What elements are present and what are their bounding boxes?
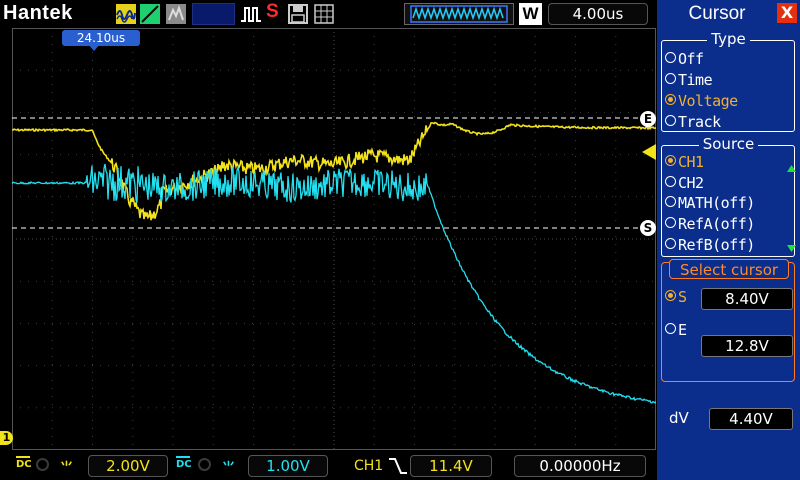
- waveform-graticule: [12, 28, 656, 450]
- cursor-s-marker[interactable]: S: [640, 220, 656, 236]
- close-icon[interactable]: X: [777, 3, 797, 23]
- ch1-wave-icon[interactable]: [116, 4, 136, 24]
- scroll-up-icon[interactable]: [787, 164, 796, 173]
- panel-title: Cursor: [688, 3, 746, 24]
- source-option-refb[interactable]: RefB(off): [665, 236, 755, 254]
- waveform-mode-button[interactable]: W: [519, 3, 542, 25]
- brand-logo: Hantek: [3, 2, 73, 24]
- trigger-source-letter: S: [266, 1, 279, 22]
- ch1-probe-icon[interactable]: ⺌: [60, 457, 73, 476]
- trigger-position-marker-icon: [87, 43, 101, 51]
- ch2-bw-limit-icon[interactable]: [198, 458, 211, 471]
- top-status-bar: Hantek S W 4.00us: [0, 0, 656, 28]
- type-option-voltage[interactable]: Voltage: [665, 92, 738, 110]
- grid-settings-icon[interactable]: [314, 4, 334, 24]
- trigger-pulse-icon[interactable]: [240, 4, 261, 24]
- trigger-channel[interactable]: CH1: [354, 458, 383, 474]
- waveform-display[interactable]: 24.10us: [12, 28, 656, 450]
- type-option-track[interactable]: Track: [665, 113, 721, 131]
- timebase-value[interactable]: 4.00us: [548, 3, 648, 25]
- radio-icon: [665, 115, 676, 126]
- cursor-e-value[interactable]: 12.8V: [701, 335, 793, 357]
- radio-icon: [665, 217, 676, 228]
- ch2-trace: [12, 163, 656, 404]
- radio-selected-icon: [665, 290, 676, 301]
- bottom-status-bar: DC ⺌ 2.00V DC ⺌ 1.00V CH1 11.4V 0.00000H…: [0, 452, 656, 480]
- radio-selected-icon: [665, 94, 676, 105]
- ch2-ramp-icon[interactable]: [140, 4, 160, 24]
- radio-icon: [665, 52, 676, 63]
- type-option-time[interactable]: Time: [665, 71, 713, 89]
- cursor-s-value[interactable]: 8.40V: [701, 288, 793, 310]
- floppy-disk-icon[interactable]: [288, 4, 308, 24]
- trigger-level-arrow-icon[interactable]: [640, 144, 656, 160]
- radio-selected-icon: [665, 155, 676, 166]
- falling-edge-icon[interactable]: [388, 456, 408, 476]
- radio-icon: [665, 238, 676, 249]
- timebase-window-indicator[interactable]: [404, 3, 514, 25]
- source-option-ch1[interactable]: CH1: [665, 153, 704, 171]
- source-option-refa[interactable]: RefA(off): [665, 215, 755, 233]
- type-option-off[interactable]: Off: [665, 50, 704, 68]
- trigger-level-value[interactable]: 11.4V: [410, 455, 492, 477]
- radio-icon: [665, 176, 676, 187]
- scroll-down-icon[interactable]: [787, 244, 796, 253]
- run-status-box[interactable]: [192, 3, 235, 25]
- radio-icon: [665, 196, 676, 207]
- ch2-probe-icon[interactable]: ⺌: [222, 457, 235, 476]
- source-option-math[interactable]: MATH(off): [665, 194, 755, 212]
- frequency-readout: 0.00000Hz: [514, 455, 646, 477]
- ch1-volts-div[interactable]: 2.00V: [88, 455, 168, 477]
- ch2-coupling[interactable]: DC: [176, 456, 192, 470]
- cursor-menu-panel: Cursor X Type Off Time Voltage Track Sou…: [657, 0, 800, 480]
- select-cursor-s[interactable]: S: [665, 288, 687, 306]
- type-group-title: Type: [657, 30, 800, 48]
- delta-v-value: 4.40V: [709, 408, 793, 430]
- select-cursor-e[interactable]: E: [665, 321, 687, 339]
- delta-v-label: dV: [669, 409, 689, 427]
- cursor-e-marker[interactable]: E: [640, 111, 656, 127]
- math-block-icon[interactable]: [166, 4, 186, 24]
- source-group-title: Source: [657, 135, 800, 153]
- ch1-bw-limit-icon[interactable]: [36, 458, 49, 471]
- select-cursor-title: Select cursor: [669, 259, 789, 279]
- source-option-ch2[interactable]: CH2: [665, 174, 704, 192]
- ch2-volts-div[interactable]: 1.00V: [248, 455, 328, 477]
- ch1-coupling[interactable]: DC: [16, 456, 32, 470]
- radio-icon: [665, 73, 676, 84]
- radio-icon: [665, 323, 676, 334]
